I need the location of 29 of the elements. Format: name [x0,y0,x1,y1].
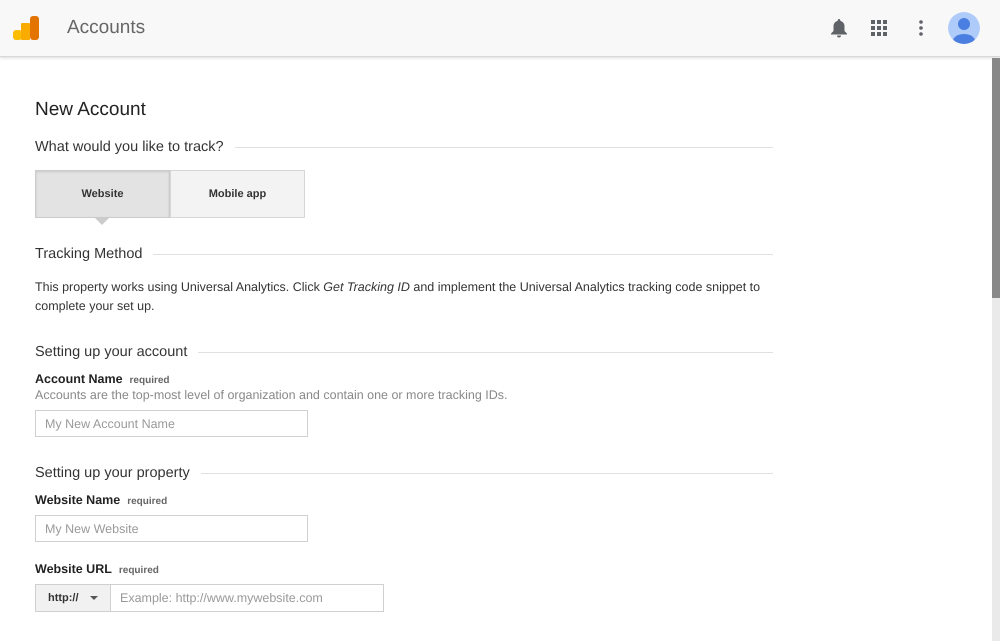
field-label: Account Name [35,372,123,386]
text-input-field[interactable]: My New Website [35,515,308,542]
tracking-method-description: This property works using Universal Analytics. Click Get Tracking ID and implement the Universal Analytics tracking code snippet to complete your set up. [35,279,762,315]
more-menu-icon[interactable] [919,20,923,36]
track-option-tab[interactable]: Mobile app [170,170,305,218]
field-help-text: Accounts are the top-most level of organization and contain one or more tracking IDs. [35,388,508,402]
text-input-field[interactable]: My New Account Name [35,410,308,437]
bell-icon[interactable] [831,18,847,38]
apps-grid-icon[interactable] [871,20,887,36]
required-tag: required [127,496,168,507]
required-tag: required [130,375,170,386]
section-heading: Tracking Method [35,246,142,262]
field-label: Website URL [35,562,112,576]
app-title: Accounts [67,17,146,39]
selection-pointer [95,218,109,225]
required-tag: required [118,565,159,576]
scrollbar-thumb[interactable] [992,58,1000,298]
section-heading: Setting up your property [35,465,190,481]
logo-icon [13,16,39,40]
protocol-dropdown[interactable]: http:// [35,584,111,612]
caret-icon [90,596,98,600]
field-label: Website Name [35,493,120,507]
avatar-icon[interactable] [948,12,980,44]
scrollbar[interactable] [992,58,1000,641]
page-title: New Account [35,98,147,122]
section-heading: Setting up your account [35,344,188,360]
track-option-tab[interactable]: Website [35,170,170,218]
url-input-field[interactable]: Example: http://www.mywebsite.com [111,584,384,612]
section-heading: What would you like to track? [35,139,224,155]
